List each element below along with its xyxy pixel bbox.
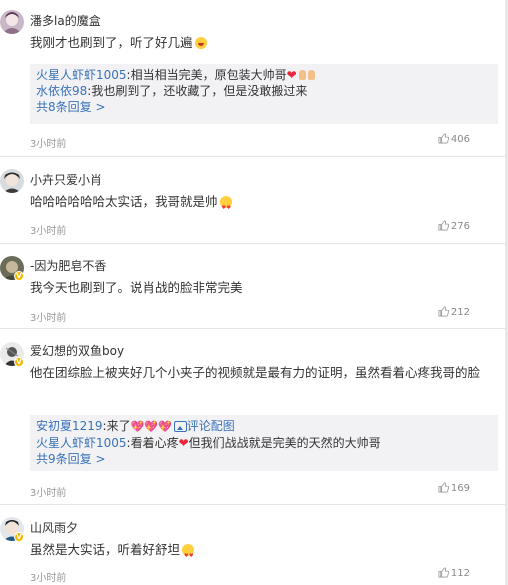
username[interactable]: 小卉只爱小肖 (30, 171, 102, 188)
more-replies-link[interactable]: 共9条回复 > (36, 451, 492, 467)
avatar[interactable] (0, 10, 24, 34)
like-count: 112 (450, 568, 470, 579)
reply-item: 水依依98:我也刷到了，还收藏了，但是没敢搬过来 (36, 84, 308, 98)
comment-item: V 爱幻想的双鱼boy 他在团综脸上被夹好几个小夹子的视频就是最有力的证明，虽然… (0, 329, 508, 505)
username[interactable]: 山风雨夕 (30, 519, 78, 536)
thumb-up-icon (438, 306, 449, 317)
avatar[interactable] (0, 169, 24, 193)
like-button[interactable]: 212 (438, 306, 470, 318)
thumb-up-icon (438, 220, 449, 231)
timestamp: 3小时前 (30, 226, 67, 237)
comment-item: 潘多la的魔盒 我刚才也刷到了，听了好几遍 火星人虾虾1005:相当相当完美，原… (0, 0, 508, 157)
heart-eyes-emoji-icon (182, 544, 195, 567)
comment-item: V -因为肥皂不香 我今天也刷到了。说肖战的脸非常完美 3小时前 212 (0, 244, 508, 329)
reply-username[interactable]: 安初夏1219 (36, 419, 103, 433)
username[interactable]: 爱幻想的双鱼boy (30, 342, 124, 359)
reply-username[interactable]: 火星人虾虾1005 (36, 436, 127, 450)
heart-eyes-emoji-icon (219, 196, 232, 219)
comment-item: V 山风雨夕 虽然是大实话，听着好舒坦 3小时前 112 (0, 505, 508, 585)
timestamp: 3小时前 (30, 573, 67, 584)
comment-text: 哈哈哈哈哈哈太实话，我哥就是帅 (30, 191, 232, 219)
like-button[interactable]: 112 (438, 567, 470, 579)
verified-badge-icon: V (14, 271, 24, 281)
thumbs-up-emoji-icon (307, 70, 315, 80)
username[interactable]: -因为肥皂不香 (30, 257, 106, 274)
timestamp: 3小时前 (30, 139, 67, 150)
thumbs-up-emoji-icon (298, 70, 306, 80)
reply-item: 安初夏1219:来了💖💖💖 评论配图 (36, 419, 235, 433)
pink-heart-emoji-icon: 💖 (130, 420, 145, 433)
like-button[interactable]: 276 (438, 220, 470, 232)
reply-username[interactable]: 火星人虾虾1005 (36, 68, 127, 82)
heart-icon: ❤ (178, 436, 189, 450)
reply-list: 火星人虾虾1005:相当相当完美，原包装大帅哥❤ 水依依98:我也刷到了，还收藏… (30, 64, 498, 124)
like-count: 212 (450, 307, 470, 318)
comment-image-link[interactable]: 评论配图 (187, 419, 235, 433)
thumb-up-icon (438, 567, 449, 578)
comment-text: 虽然是大实话，听着好舒坦 (30, 539, 195, 567)
thumb-up-icon (438, 133, 449, 144)
image-icon (173, 421, 187, 432)
like-button[interactable]: 169 (438, 482, 470, 494)
laughing-emoji-icon (194, 37, 207, 49)
like-count: 169 (450, 483, 470, 494)
timestamp: 3小时前 (30, 313, 67, 324)
verified-badge-icon: V (14, 357, 24, 367)
like-button[interactable]: 406 (438, 133, 470, 145)
pink-heart-emoji-icon: 💖 (158, 420, 172, 433)
thumb-up-icon (438, 482, 449, 493)
verified-badge-icon: V (14, 532, 24, 542)
like-count: 406 (450, 134, 470, 145)
reply-username[interactable]: 水依依98 (36, 84, 87, 98)
reply-list: 安初夏1219:来了💖💖💖 评论配图 火星人虾虾1005:看着心疼❤但我们战战就是… (30, 415, 498, 471)
like-count: 276 (450, 221, 470, 232)
timestamp: 3小时前 (30, 488, 67, 499)
comment-text: 他在团综脸上被夹好几个小夹子的视频就是最有力的证明，虽然看着心疼我哥的脸 (30, 365, 481, 380)
comment-feed: 潘多la的魔盒 我刚才也刷到了，听了好几遍 火星人虾虾1005:相当相当完美，原… (0, 0, 508, 585)
heart-icon: ❤ (286, 68, 297, 82)
reply-item: 火星人虾虾1005:看着心疼❤但我们战战就是完美的天然的大帅哥 (36, 436, 381, 450)
username[interactable]: 潘多la的魔盒 (30, 12, 101, 29)
more-replies-link[interactable]: 共8条回复 > (36, 99, 492, 115)
comment-text: 我刚才也刷到了，听了好几遍 (30, 32, 207, 54)
reply-item: 火星人虾虾1005:相当相当完美，原包装大帅哥❤ (36, 67, 492, 83)
comment-text: 我今天也刷到了。说肖战的脸非常完美 (30, 280, 243, 295)
pink-heart-emoji-icon: 💖 (144, 420, 158, 433)
comment-item: 小卉只爱小肖 哈哈哈哈哈哈太实话，我哥就是帅 3小时前 276 (0, 157, 508, 244)
